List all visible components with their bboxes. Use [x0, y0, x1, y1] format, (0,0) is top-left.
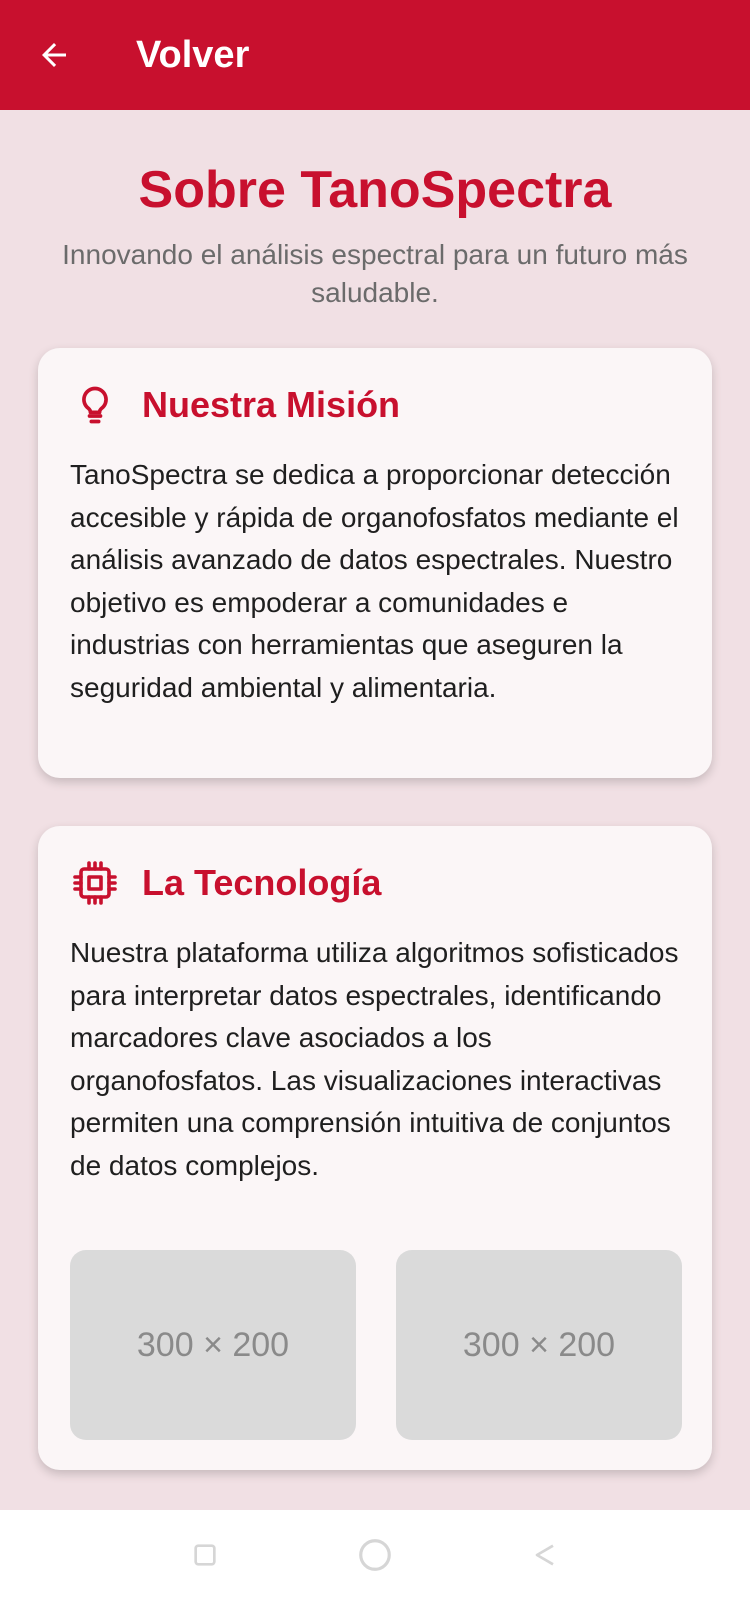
page-subtitle: Innovando el análisis espectral para un … [62, 239, 688, 308]
image-placeholder: 300 × 200 [396, 1250, 682, 1440]
mission-card: Nuestra Misión TanoSpectra se dedica a p… [38, 348, 712, 778]
triangle-back-icon [535, 1544, 554, 1566]
app-bar: Volver [0, 0, 750, 110]
back-nav-button[interactable] [525, 1535, 565, 1575]
arrow-left-icon [42, 43, 66, 67]
mission-title: Nuestra Misión [142, 384, 401, 425]
circle-icon [359, 1539, 391, 1571]
square-icon [194, 1544, 216, 1566]
page-title: Sobre TanoSpectra [138, 161, 612, 219]
recents-button[interactable] [185, 1535, 225, 1575]
technology-card-header: La Tecnología [70, 858, 381, 908]
technology-body: Nuestra plataforma utiliza algoritmos so… [70, 937, 679, 1181]
back-label[interactable]: Volver [136, 34, 249, 77]
mission-card-header: Nuestra Misión [70, 380, 400, 430]
back-button[interactable] [26, 27, 82, 83]
mission-body: TanoSpectra se dedica a proporcionar det… [70, 459, 679, 703]
image-placeholder: 300 × 200 [70, 1250, 356, 1440]
image-placeholders: 300 × 200 300 × 200 [70, 1250, 682, 1440]
technology-card: La Tecnología Nuestra plataforma utiliza… [38, 826, 712, 1470]
lightbulb-icon [70, 380, 120, 430]
technology-title: La Tecnología [142, 862, 382, 903]
chip-icon [70, 858, 120, 908]
home-button[interactable] [355, 1535, 395, 1575]
system-nav-bar [0, 1510, 750, 1600]
